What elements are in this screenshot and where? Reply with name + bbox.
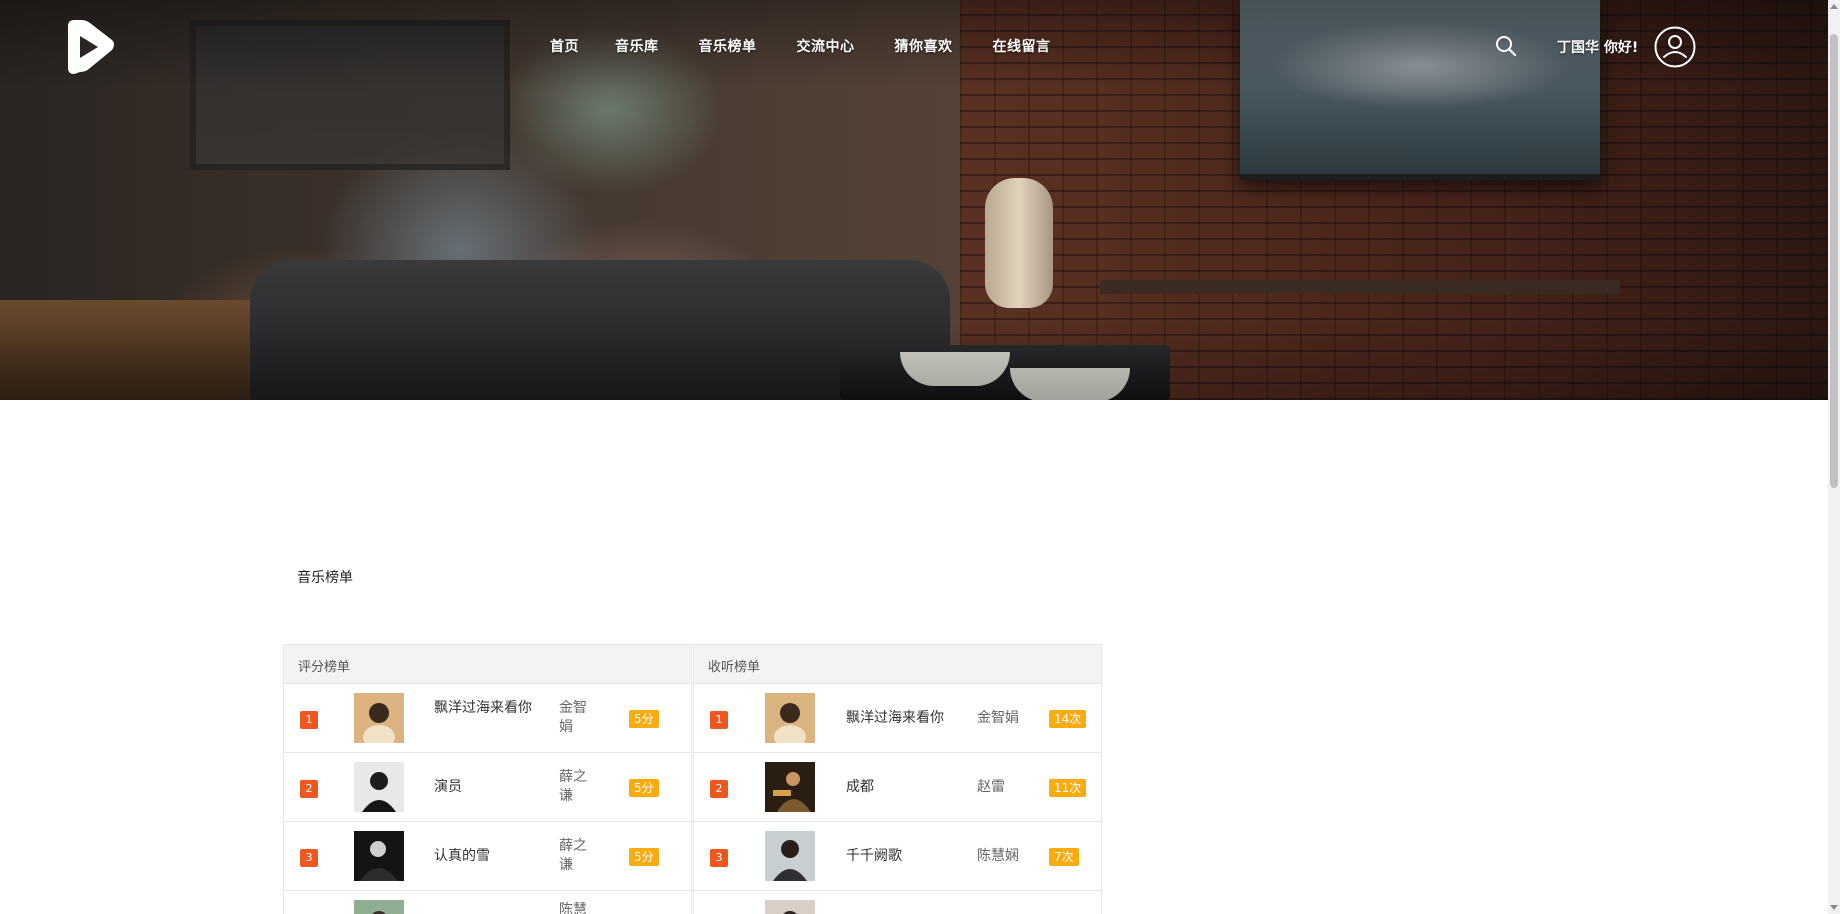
table-row[interactable]: 2 成都 赵雷 11次 <box>694 753 1101 822</box>
plays-badge: 7次 <box>1049 848 1079 866</box>
album-cover[interactable] <box>354 762 404 812</box>
singer-name[interactable]: 金智娟 <box>977 709 1037 728</box>
singer-name[interactable]: 陈慧娴 <box>977 847 1037 866</box>
listen-board-title: 收听榜单 <box>694 645 1101 684</box>
table-row[interactable]: 1 飘洋过海来看你 金智娟 5分 <box>284 684 691 753</box>
nav-music-charts[interactable]: 音乐榜单 <box>699 36 757 56</box>
singer-name[interactable]: 金智娟 <box>559 699 595 737</box>
page-scrollbar[interactable] <box>1828 0 1840 914</box>
nav-home[interactable]: 首页 <box>550 36 579 56</box>
album-cover[interactable] <box>354 831 404 881</box>
hero-banner <box>0 0 1828 400</box>
play-logo-icon[interactable] <box>60 20 116 74</box>
scroll-thumb[interactable] <box>1830 34 1838 488</box>
nav-recommend[interactable]: 猜你喜欢 <box>895 36 953 56</box>
song-title[interactable]: 演员 <box>434 778 534 797</box>
user-greeting: 丁国华 你好! <box>1557 40 1639 56</box>
album-cover[interactable] <box>765 693 815 743</box>
rank-badge: 3 <box>710 849 728 867</box>
song-title[interactable]: 飘洋过海来看你 <box>434 699 534 718</box>
table-row[interactable]: 陈慧 <box>284 891 691 914</box>
table-row[interactable]: 3 千千阙歌 陈慧娴 7次 <box>694 822 1101 891</box>
nav-music-library[interactable]: 音乐库 <box>615 36 659 56</box>
rank-badge: 2 <box>710 780 728 798</box>
album-cover[interactable] <box>765 831 815 881</box>
score-badge: 5分 <box>629 710 659 728</box>
listen-board: 收听榜单 1 飘洋过海来看你 金智娟 14次 2 成都 赵雷 11次 3 千千阙… <box>693 644 1102 914</box>
singer-name[interactable]: 薛之谦 <box>559 768 595 806</box>
scroll-up-arrow-icon[interactable] <box>1828 0 1840 14</box>
song-title[interactable]: 飘洋过海来看你 <box>846 709 986 728</box>
user-avatar-icon[interactable] <box>1654 26 1696 68</box>
score-badge: 5分 <box>629 848 659 866</box>
table-row[interactable]: 1 飘洋过海来看你 金智娟 14次 <box>694 684 1101 753</box>
scroll-down-arrow-icon[interactable] <box>1828 900 1840 914</box>
rating-board: 评分榜单 1 飘洋过海来看你 金智娟 5分 2 演员 薛之谦 5分 3 认真的雪… <box>283 644 692 914</box>
main-nav: 首页 音乐库 音乐榜单 交流中心 猜你喜欢 在线留言 <box>550 36 1091 56</box>
song-title[interactable]: 认真的雪 <box>434 847 534 866</box>
plays-badge: 14次 <box>1049 710 1087 728</box>
table-row[interactable]: 3 认真的雪 薛之谦 5分 <box>284 822 691 891</box>
singer-name[interactable]: 薛之谦 <box>559 837 595 875</box>
song-title[interactable]: 千千阙歌 <box>846 847 986 866</box>
singer-name[interactable]: 陈慧 <box>559 901 595 914</box>
hero-shade <box>0 0 1828 400</box>
singer-name[interactable]: 赵雷 <box>977 778 1037 797</box>
section-title: 音乐榜单 <box>297 570 353 586</box>
plays-badge: 11次 <box>1049 779 1087 797</box>
rank-badge: 1 <box>300 711 318 729</box>
rating-board-title: 评分榜单 <box>284 645 691 684</box>
album-cover[interactable] <box>354 900 404 914</box>
nav-community[interactable]: 交流中心 <box>797 36 855 56</box>
table-row[interactable] <box>694 891 1101 914</box>
search-icon[interactable] <box>1494 34 1518 58</box>
score-badge: 5分 <box>629 779 659 797</box>
rank-badge: 1 <box>710 711 728 729</box>
album-cover[interactable] <box>765 762 815 812</box>
song-title[interactable]: 成都 <box>846 778 986 797</box>
rank-badge: 2 <box>300 780 318 798</box>
rank-badge: 3 <box>300 849 318 867</box>
table-row[interactable]: 2 演员 薛之谦 5分 <box>284 753 691 822</box>
album-cover[interactable] <box>765 900 815 914</box>
album-cover[interactable] <box>354 693 404 743</box>
nav-message-board[interactable]: 在线留言 <box>993 36 1051 56</box>
